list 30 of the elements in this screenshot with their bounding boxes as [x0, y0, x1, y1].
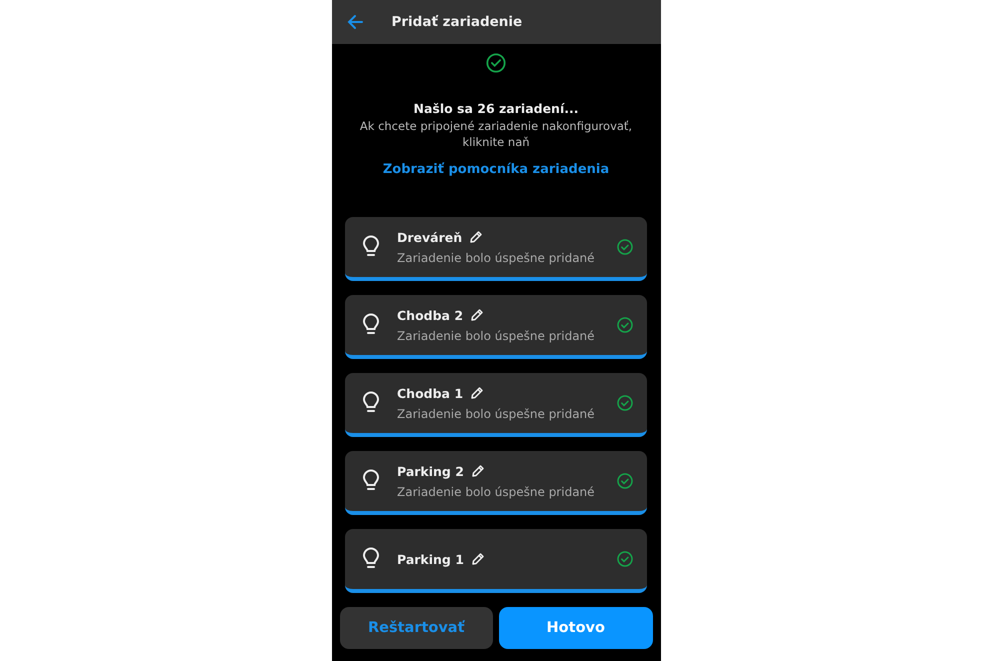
- back-arrow-icon[interactable]: [346, 13, 364, 31]
- device-card[interactable]: Parking 2 Zariadenie bolo úspešne pridané: [345, 451, 647, 515]
- device-card[interactable]: Chodba 1 Zariadenie bolo úspešne pridané: [345, 373, 647, 437]
- result-hint: Ak chcete pripojené zariadenie nakonfigurovať, kliknite naň: [358, 118, 634, 150]
- device-name: Parking 2: [397, 464, 464, 478]
- device-card[interactable]: Dreváreň Zariadenie bolo úspešne pridané: [345, 217, 647, 281]
- pencil-icon[interactable]: [470, 552, 485, 566]
- device-name: Chodba 2: [397, 308, 464, 322]
- device-status: Zariadenie bolo úspešne pridané: [397, 484, 596, 498]
- pencil-icon[interactable]: [469, 230, 484, 244]
- device-name: Parking 1: [397, 552, 464, 566]
- device-status: Zariadenie bolo úspešne pridané: [397, 250, 596, 264]
- pencil-icon[interactable]: [470, 308, 484, 322]
- check-circle-icon: [617, 395, 633, 411]
- device-status: Zariadenie bolo úspešne pridané: [397, 406, 596, 420]
- pencil-icon[interactable]: [470, 386, 484, 400]
- device-help-link[interactable]: Zobraziť pomocníka zariadenia: [382, 162, 610, 177]
- check-circle-icon: [617, 317, 633, 333]
- device-card[interactable]: Parking 1: [345, 529, 647, 593]
- check-circle-icon: [617, 239, 633, 255]
- device-name: Dreváreň: [397, 230, 462, 244]
- device-status: Zariadenie bolo úspešne pridané: [397, 328, 596, 342]
- pencil-icon[interactable]: [470, 464, 485, 478]
- device-card[interactable]: Chodba 2 Zariadenie bolo úspešne pridané: [345, 295, 647, 359]
- check-circle-icon: [617, 473, 633, 489]
- result-headline: Našlo sa 26 zariadení...: [414, 101, 578, 116]
- device-name: Chodba 1: [397, 386, 464, 400]
- restart-button[interactable]: Reštartovať: [340, 607, 493, 649]
- screen-title: Pridať zariadenie: [392, 14, 522, 30]
- check-circle-icon: [617, 551, 633, 567]
